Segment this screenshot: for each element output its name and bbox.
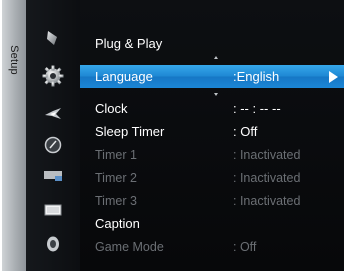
menu-item-game-mode: Game Mode : Off	[80, 236, 344, 258]
menu-item-label: Language	[95, 69, 153, 84]
menu-item-label: Sleep Timer	[95, 124, 165, 139]
menu-item-value: : Off	[233, 240, 257, 254]
section-strip: Setup	[2, 0, 26, 271]
submenu-arrow-icon	[329, 71, 338, 83]
support-icon[interactable]	[43, 200, 63, 220]
menu-item-label: Plug & Play	[95, 36, 163, 51]
category-icon-column	[26, 0, 80, 271]
menu-item-timer-2: Timer 2 : Inactivated	[80, 167, 344, 189]
menu-item-label: Game Mode	[95, 240, 164, 254]
picture-icon[interactable]	[43, 28, 63, 48]
menu-item-sleep-timer[interactable]: Sleep Timer : Off	[80, 121, 344, 143]
menu-item-label: Timer 3	[95, 194, 137, 208]
tv-menu-screen: Setup Plug & Play Language:English Cloc…	[0, 0, 344, 271]
menu-item-label: Clock	[95, 101, 128, 116]
menu-item-value: : Inactivated	[233, 194, 301, 208]
sound-icon[interactable]	[43, 234, 63, 254]
menu-item-timer-3: Timer 3 : Inactivated	[80, 190, 344, 212]
menu-item-label: Timer 2	[95, 171, 137, 185]
input-icon[interactable]	[43, 135, 63, 155]
menu-item-value: :English	[233, 69, 280, 84]
menu-item-language[interactable]: Language :English	[80, 65, 344, 88]
section-label: Setup	[8, 45, 20, 75]
menu-item-value: : -- : -- --	[233, 101, 281, 116]
menu-list: Plug & Play Language :English Clock : --…	[80, 0, 344, 271]
channel-icon[interactable]	[43, 104, 63, 124]
application-icon[interactable]	[43, 166, 63, 186]
menu-item-label: Caption	[95, 216, 140, 231]
scroll-down-icon	[214, 93, 218, 96]
menu-item-value: : Off	[233, 124, 258, 139]
menu-item-plug-and-play[interactable]: Plug & Play	[80, 33, 344, 55]
setup-gear-icon[interactable]	[40, 63, 66, 89]
menu-item-timer-1: Timer 1 : Inactivated	[80, 144, 344, 166]
menu-item-label: Timer 1	[95, 148, 137, 162]
menu-item-value: : Inactivated	[233, 171, 301, 185]
menu-item-caption[interactable]: Caption	[80, 213, 344, 235]
menu-item-clock[interactable]: Clock : -- : -- --	[80, 98, 344, 120]
scroll-up-icon	[214, 56, 218, 59]
setup-menu: Setup Plug & Play Language:English Cloc…	[2, 0, 344, 271]
menu-item-value: : Inactivated	[233, 148, 301, 162]
